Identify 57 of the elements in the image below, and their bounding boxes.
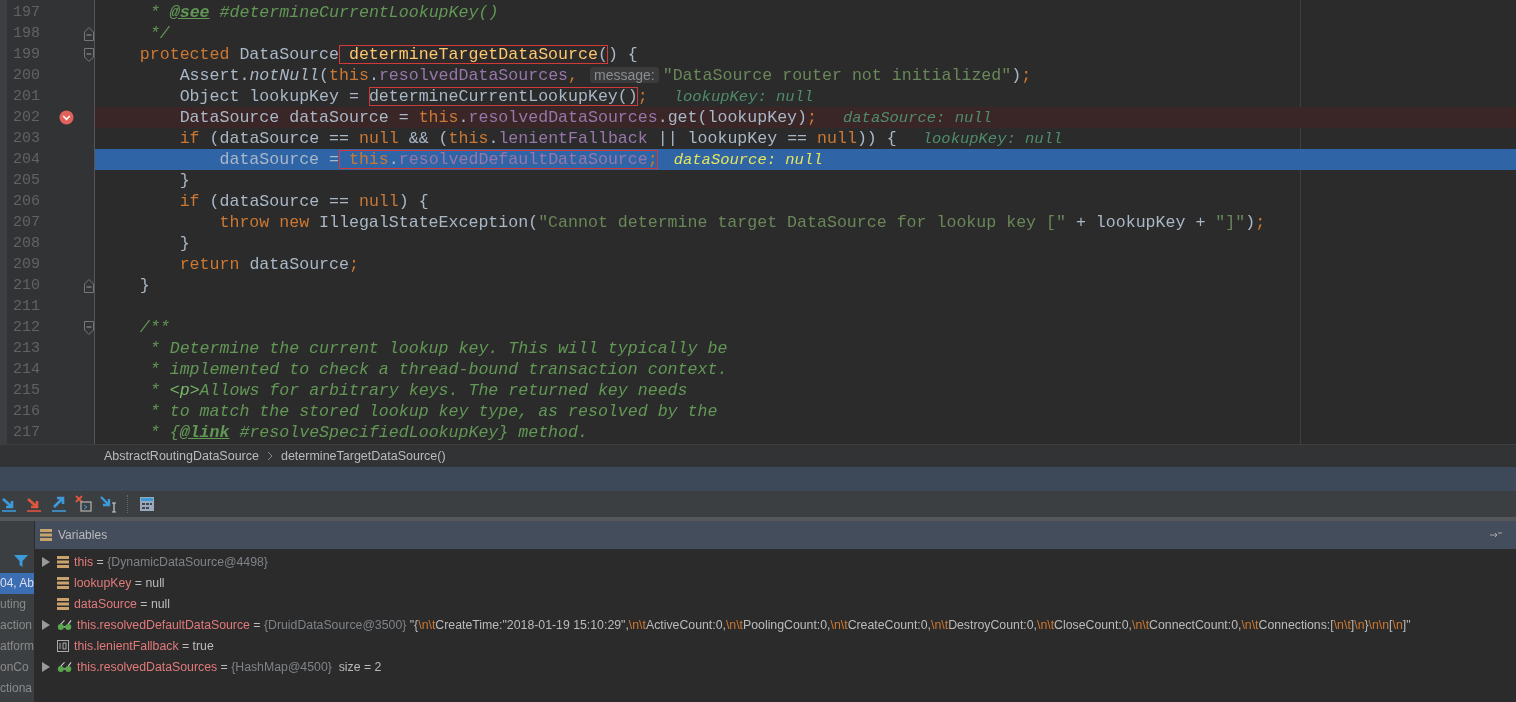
code-line: * implemented to check a thread-bound transaction context. xyxy=(148,360,728,379)
expand-arrow-icon[interactable] xyxy=(42,619,50,630)
step-over-icon[interactable] xyxy=(0,495,18,513)
variable-entry[interactable]: this.resolvedDataSources = {HashMap@4500} size = 2 xyxy=(77,659,382,674)
glasses-icon xyxy=(57,660,72,673)
code-line: if (dataSource == null) { xyxy=(178,192,429,211)
drop-frame-icon[interactable] xyxy=(75,495,93,513)
variable-entry[interactable]: this = {DynamicDataSource@4498} xyxy=(74,554,268,569)
variable-entry[interactable]: this.lenientFallback = true xyxy=(74,638,214,653)
code-line: throw new IllegalStateException("Cannot determine target DataSource for lookup key [" + lookupKey + "]"); xyxy=(218,213,1266,232)
fold-icon[interactable] xyxy=(84,47,94,62)
code-line: } xyxy=(178,171,190,190)
stack-frame[interactable]: 04, Ab xyxy=(0,573,34,594)
inline-value-hint: dataSource: null xyxy=(843,108,992,127)
code-line: } xyxy=(138,276,150,295)
variable-entry[interactable]: lookupKey = null xyxy=(74,575,165,590)
code-line: * @see #determineCurrentLookupKey() xyxy=(148,3,499,22)
fold-icon[interactable] xyxy=(84,278,94,293)
code-line: * to match the stored lookup key type, as resolved by the xyxy=(148,402,718,421)
boolean-icon xyxy=(57,639,69,652)
run-to-cursor-icon[interactable] xyxy=(100,495,118,513)
field-icon xyxy=(57,576,69,589)
code-line: if (dataSource == null && (this.lenientFallback || lookupKey == null)) { xyxy=(178,129,897,148)
list-icon xyxy=(40,529,52,541)
code-line: dataSource = this.resolvedDefaultDataSource; xyxy=(218,150,658,169)
chevron-icon xyxy=(266,451,273,461)
code-line: Assert.notNull(this.resolvedDataSources, message: "DataSource router not initialized"); xyxy=(178,66,1032,85)
inline-value-hint: dataSource: null xyxy=(673,150,823,169)
filter-icon[interactable] xyxy=(14,554,28,568)
breadcrumb-item[interactable]: AbstractRoutingDataSource xyxy=(104,449,259,463)
code-line: * {@link #resolveSpecifiedLookupKey} method. xyxy=(148,423,588,442)
code-line: * Determine the current lookup key. This will typically be xyxy=(148,339,728,358)
field-icon xyxy=(57,555,69,568)
breadcrumb-item[interactable]: determineTargetDataSource() xyxy=(280,449,446,463)
fold-icon[interactable] xyxy=(84,26,94,41)
code-line: } xyxy=(178,234,190,253)
step-out-icon[interactable] xyxy=(50,495,68,513)
code-line: DataSource dataSource = this.resolvedDataSources.get(lookupKey); xyxy=(178,108,817,127)
code-line: */ xyxy=(148,24,170,43)
fold-icon[interactable] xyxy=(84,320,94,335)
variable-entry[interactable]: this.resolvedDefaultDataSource = {DruidDataSource@3500} "{\n\tCreateTime:"2018-01-19 15:10:29",\n\tActiveCount:0,\n\tPoolingCount:0,\n\tCreateCount:0,\n\tDestroyCount:0,\n\tCloseCount:0,\n\tConnectCount:0,\n\tConnections:[\n\t]\n}\n\n[\n]" xyxy=(77,617,1411,632)
glasses-icon xyxy=(57,618,72,631)
panel-title: Variables xyxy=(58,528,108,542)
code-line: /** xyxy=(138,318,170,337)
step-into-icon[interactable] xyxy=(25,495,43,513)
variable-entry[interactable]: dataSource = null xyxy=(74,596,171,611)
calculator-icon[interactable] xyxy=(138,495,156,513)
breakpoint-icon[interactable] xyxy=(58,110,74,125)
field-icon xyxy=(57,597,69,610)
inline-value-hint: lookupKey: null xyxy=(922,129,1063,148)
expand-arrow-icon[interactable] xyxy=(42,556,50,567)
code-line: * <p>Allows for arbitrary keys. The returned key needs xyxy=(148,381,688,400)
inline-value-hint: lookupKey: null xyxy=(673,87,814,106)
expand-arrow-icon[interactable] xyxy=(42,661,50,672)
code-line: protected DataSource determineTargetDataSource() { xyxy=(138,45,638,64)
code-line: return dataSource; xyxy=(178,255,359,274)
code-line: Object lookupKey = determineCurrentLookupKey(); xyxy=(178,87,648,106)
